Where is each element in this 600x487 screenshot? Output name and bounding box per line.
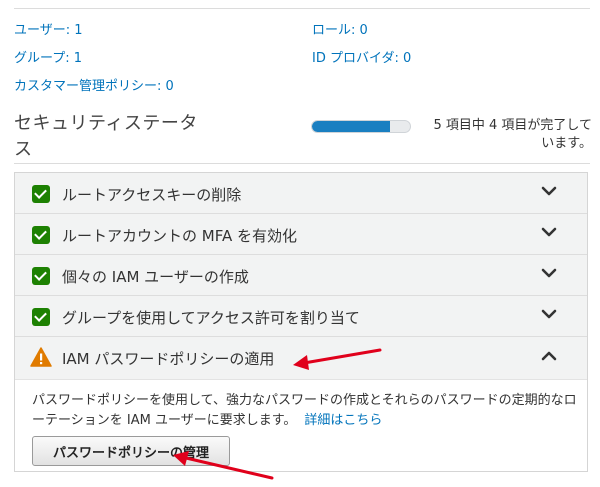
security-status-title-line2: ス	[14, 139, 33, 160]
password-policy-description: パスワードポリシーを使用して、強力なパスワードの作成とそれらのパスワードの定期的…	[32, 391, 577, 431]
security-status-title-line1: セキュリティステータ	[14, 113, 198, 134]
status-divider	[14, 163, 590, 164]
chevron-down-icon[interactable]	[541, 306, 557, 322]
chevron-down-icon[interactable]	[541, 265, 557, 281]
status-summary-line1: 5 項目中 4 項目が完了して	[433, 118, 592, 133]
chevron-down-icon[interactable]	[541, 183, 557, 199]
users-count-link[interactable]: ユーザー: 1	[14, 19, 83, 38]
security-checklist: ルートアクセスキーの削除 ルートアカウントの MFA を有効化 個々の IAM …	[14, 172, 588, 472]
checklist-item-label: IAM パスワードポリシーの適用	[62, 350, 275, 368]
annotation-arrow-icon	[173, 451, 274, 480]
chevron-up-icon[interactable]	[541, 348, 557, 364]
groups-count-link[interactable]: グループ: 1	[14, 47, 82, 66]
check-icon	[32, 308, 50, 326]
security-progress-bar	[311, 120, 411, 133]
checklist-item-label: グループを使用してアクセス許可を割り当て	[62, 309, 360, 327]
top-divider	[14, 8, 590, 9]
learn-more-link[interactable]: 詳細はこちら	[304, 413, 382, 428]
checklist-item-label: ルートアカウントの MFA を有効化	[62, 227, 297, 245]
checklist-item-root-mfa[interactable]: ルートアカウントの MFA を有効化	[15, 214, 587, 255]
checklist-item-delete-root-keys[interactable]: ルートアクセスキーの削除	[15, 173, 587, 214]
checklist-item-group-permissions[interactable]: グループを使用してアクセス許可を割り当て	[15, 296, 587, 337]
security-status-title: セキュリティステータ ス	[14, 111, 198, 163]
roles-count-link[interactable]: ロール: 0	[312, 19, 368, 38]
check-icon	[32, 267, 50, 285]
iam-dashboard: ユーザー: 1 ロール: 0 グループ: 1 ID プロバイダ: 0 カスタマー…	[0, 0, 600, 487]
checklist-item-create-iam-users[interactable]: 個々の IAM ユーザーの作成	[15, 255, 587, 296]
chevron-down-icon[interactable]	[541, 224, 557, 240]
customer-policies-count-link[interactable]: カスタマー管理ポリシー: 0	[14, 75, 174, 94]
checklist-item-label: 個々の IAM ユーザーの作成	[62, 268, 249, 286]
check-icon	[32, 226, 50, 244]
id-providers-count-link[interactable]: ID プロバイダ: 0	[312, 47, 411, 66]
security-status-summary: 5 項目中 4 項目が完了して います。	[420, 117, 592, 153]
check-icon	[32, 185, 50, 203]
security-progress-fill	[312, 121, 391, 132]
password-policy-panel: パスワードポリシーを使用して、強力なパスワードの作成とそれらのパスワードの定期的…	[15, 380, 587, 471]
warning-icon	[30, 347, 52, 367]
checklist-item-label: ルートアクセスキーの削除	[62, 186, 242, 204]
status-summary-line2: います。	[541, 136, 592, 151]
annotation-arrow-icon	[293, 348, 382, 370]
